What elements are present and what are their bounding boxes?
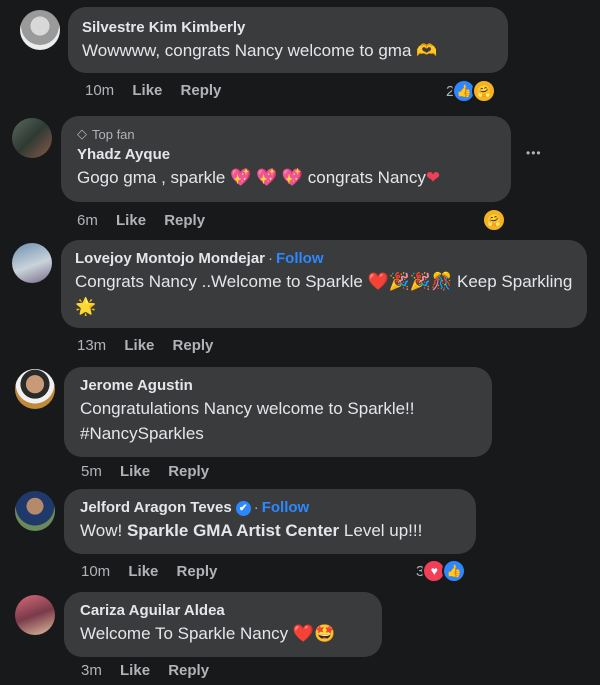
more-options-icon[interactable]: ••• (526, 146, 542, 160)
care-icon: 🤗 (482, 208, 506, 232)
heart-emoji: ❤ (425, 168, 441, 187)
avatar[interactable] (20, 10, 60, 50)
reply-button[interactable]: Reply (181, 82, 222, 99)
comment-time[interactable]: 13m (77, 337, 106, 354)
diamond-icon: ◇ (77, 126, 87, 141)
comment-text-body: Gogo gma , sparkle 💖 💖 💖 congrats Nancy (77, 168, 426, 187)
commenter-name[interactable]: Yhadz Ayque (77, 146, 495, 163)
reaction-summary[interactable]: 🤗 (482, 208, 506, 232)
commenter-name: Lovejoy Montojo Mondejar · Follow (75, 250, 573, 267)
comment-bubble: Lovejoy Montojo Mondejar · Follow Congrats… (61, 240, 587, 328)
comment-text: Wow! Sparkle GMA Artist Center Level up!… (80, 518, 460, 543)
like-button[interactable]: Like (124, 337, 154, 354)
badge-label: Top fan (92, 126, 135, 142)
reply-button[interactable]: Reply (177, 563, 218, 580)
commenter-name[interactable]: Cariza Aguilar Aldea (80, 602, 366, 619)
comment-actions: 3m Like Reply (81, 662, 223, 679)
comment-text: Congrats Nancy ..Welcome to Sparkle ❤️🎉🎉… (75, 272, 573, 316)
separator: · (253, 499, 259, 516)
comment-bubble: Jelford Aragon Teves ✔ · Follow Wow! Sparkl… (64, 489, 476, 554)
comment-time[interactable]: 3m (81, 662, 102, 679)
like-button[interactable]: Like (120, 662, 150, 679)
top-fan-badge: ◇ Top fan (77, 126, 495, 142)
comment-bubble: ◇ Top fan Yhadz Ayque Gogo gma , sparkle… (61, 116, 511, 202)
reaction-summary[interactable]: 3 ♥ 👍 (416, 559, 467, 583)
comment-text: Gogo gma , sparkle 💖 💖 💖 congrats Nancy❤ (77, 165, 495, 190)
comment-text: Congratulations Nancy welcome to Sparkle… (80, 396, 476, 446)
comment-time[interactable]: 6m (77, 212, 98, 229)
avatar[interactable] (15, 595, 55, 635)
reply-button[interactable]: Reply (168, 662, 209, 679)
comment-time[interactable]: 10m (81, 563, 110, 580)
avatar[interactable] (12, 118, 52, 158)
comment-text-suffix: Level up!!! (343, 521, 423, 540)
comment-text-prefix: Wow! (80, 521, 123, 540)
avatar[interactable] (15, 369, 55, 409)
comment-bubble: Jerome Agustin Congratulations Nancy wel… (64, 367, 492, 457)
commenter-name[interactable]: Jerome Agustin (80, 377, 476, 394)
comment-bubble: Cariza Aguilar Aldea Welcome To Sparkle … (64, 592, 382, 657)
reply-button[interactable]: Reply (164, 212, 205, 229)
hashtag-link[interactable]: #NancySparkles (80, 421, 476, 446)
care-icon: 🤗 (472, 79, 497, 103)
follow-button[interactable]: Follow (276, 250, 324, 267)
avatar[interactable] (12, 243, 52, 283)
separator: · (268, 250, 273, 267)
commenter-name[interactable]: Silvestre Kim Kimberly (82, 19, 494, 36)
comment-text: Wowwww, congrats Nancy welcome to gma 🫶 (82, 41, 438, 60)
comment-actions: 10m Like Reply (85, 82, 235, 99)
comment-actions: 5m Like Reply (81, 463, 223, 480)
page-mention-link[interactable]: Sparkle GMA Artist Center (127, 521, 339, 540)
reply-button[interactable]: Reply (168, 463, 209, 480)
comment-actions: 6m Like Reply (77, 212, 219, 229)
comment-actions: 13m Like Reply (77, 337, 227, 354)
commenter-name-text[interactable]: Lovejoy Montojo Mondejar (75, 250, 265, 267)
reaction-summary[interactable]: 2 👍 🤗 (446, 79, 497, 103)
like-button[interactable]: Like (132, 82, 162, 99)
avatar[interactable] (15, 491, 55, 531)
comment-bubble: Silvestre Kim Kimberly Wowwww, congrats … (68, 7, 508, 73)
comment-time[interactable]: 10m (85, 82, 114, 99)
comment-time[interactable]: 5m (81, 463, 102, 480)
reply-button[interactable]: Reply (173, 337, 214, 354)
like-button[interactable]: Like (116, 212, 146, 229)
commenter-name-text[interactable]: Jelford Aragon Teves (80, 499, 232, 516)
like-icon: 👍 (442, 559, 467, 583)
comment-text: Welcome To Sparkle Nancy ❤️🤩 (80, 624, 336, 643)
commenter-name: Jelford Aragon Teves ✔ · Follow (80, 499, 460, 516)
like-button[interactable]: Like (128, 563, 158, 580)
comment-text-line: Congratulations Nancy welcome to Sparkle… (80, 399, 415, 418)
like-button[interactable]: Like (120, 463, 150, 480)
follow-button[interactable]: Follow (262, 499, 310, 516)
comment-actions: 10m Like Reply (81, 563, 231, 580)
verified-badge-icon: ✔ (235, 500, 251, 516)
